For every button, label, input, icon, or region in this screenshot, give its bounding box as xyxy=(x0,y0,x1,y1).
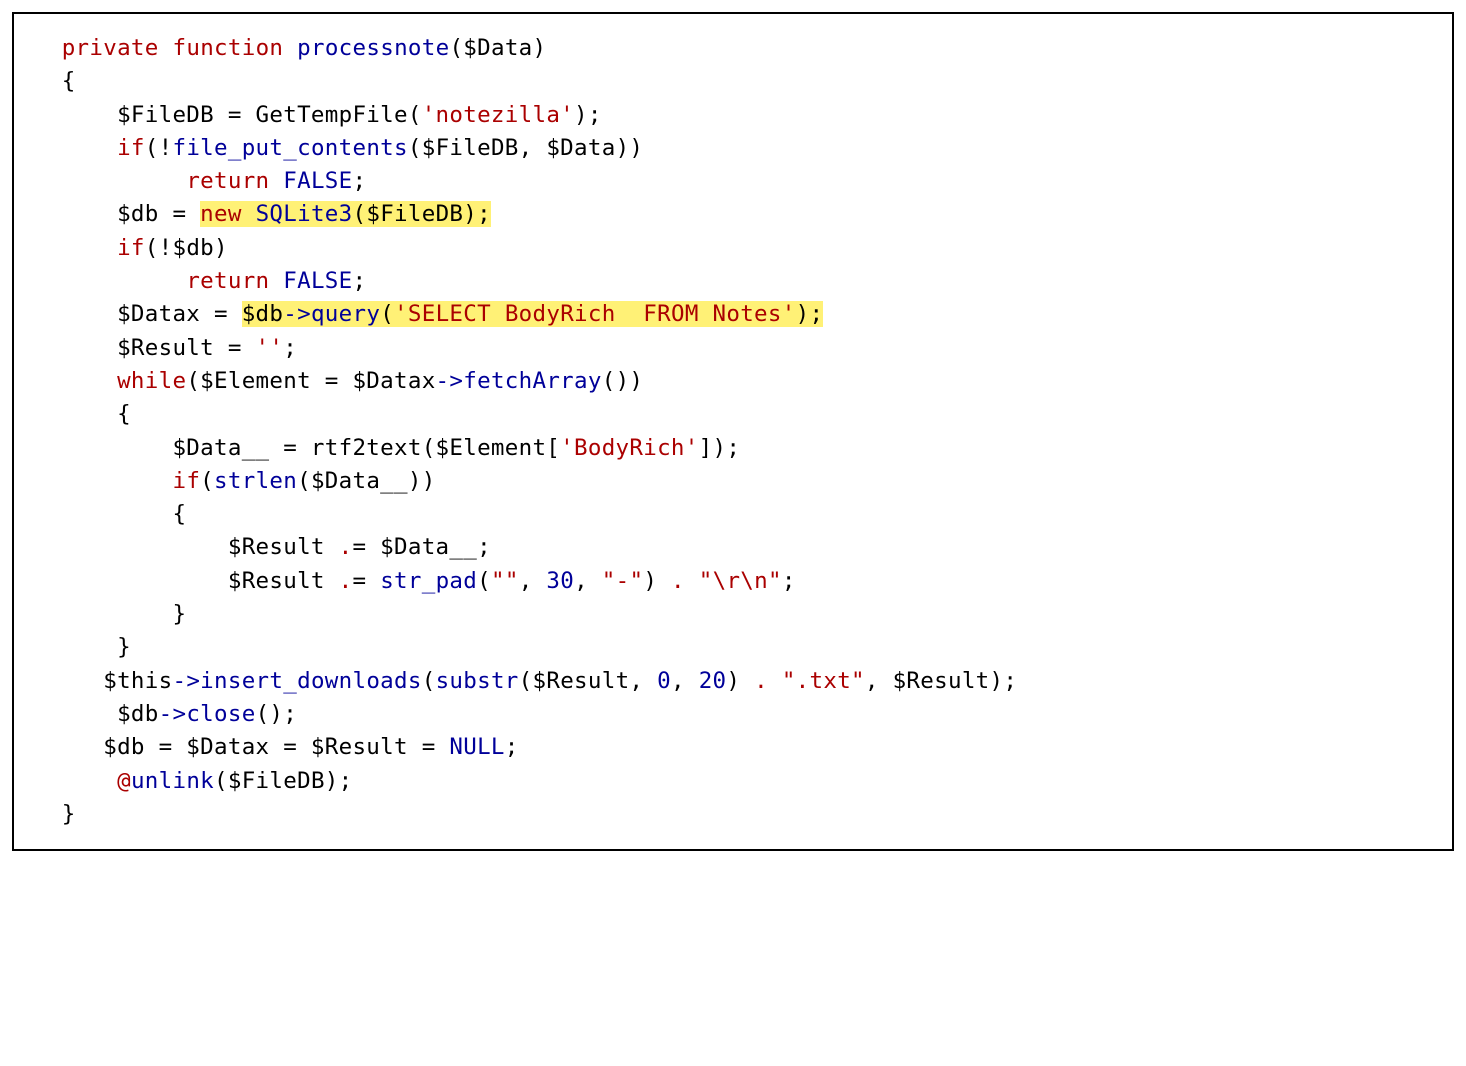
code-line: } xyxy=(34,634,131,660)
code-line: return FALSE; xyxy=(34,268,366,294)
code-line: if(strlen($Data__)) xyxy=(34,468,436,494)
code-block: private function processnote($Data) { $F… xyxy=(12,12,1454,851)
code-line: $FileDB = GetTempFile('notezilla'); xyxy=(34,102,602,128)
code-line: $Data__ = rtf2text($Element['BodyRich'])… xyxy=(34,435,740,461)
code-line: $Result .= $Data__; xyxy=(34,534,491,560)
highlight-query: $db->query('SELECT BodyRich FROM Notes')… xyxy=(242,301,824,327)
code-line: } xyxy=(34,801,76,827)
code-line: $this->insert_downloads(substr($Result, … xyxy=(34,668,1017,694)
code-line: return FALSE; xyxy=(34,168,366,194)
code-line: $db = $Datax = $Result = NULL; xyxy=(34,734,519,760)
code-line: if(!$db) xyxy=(34,235,228,261)
code-line: @unlink($FileDB); xyxy=(34,768,352,794)
code-line: $db = new SQLite3($FileDB); xyxy=(34,201,491,227)
code-content: private function processnote($Data) { $F… xyxy=(34,32,1432,831)
code-line: $Datax = $db->query('SELECT BodyRich FRO… xyxy=(34,301,823,327)
code-line: { xyxy=(34,401,131,427)
code-line: $Result = ''; xyxy=(34,335,297,361)
code-line: } xyxy=(34,601,186,627)
code-line: { xyxy=(34,501,186,527)
code-line: $db->close(); xyxy=(34,701,297,727)
code-line: $Result .= str_pad("", 30, "-") . "\r\n"… xyxy=(34,568,796,594)
code-line: if(!file_put_contents($FileDB, $Data)) xyxy=(34,135,643,161)
code-line: private function processnote($Data) xyxy=(34,35,546,61)
code-line: while($Element = $Datax->fetchArray()) xyxy=(34,368,643,394)
code-line: { xyxy=(34,68,76,94)
highlight-sqlite: new SQLite3($FileDB); xyxy=(200,201,491,227)
